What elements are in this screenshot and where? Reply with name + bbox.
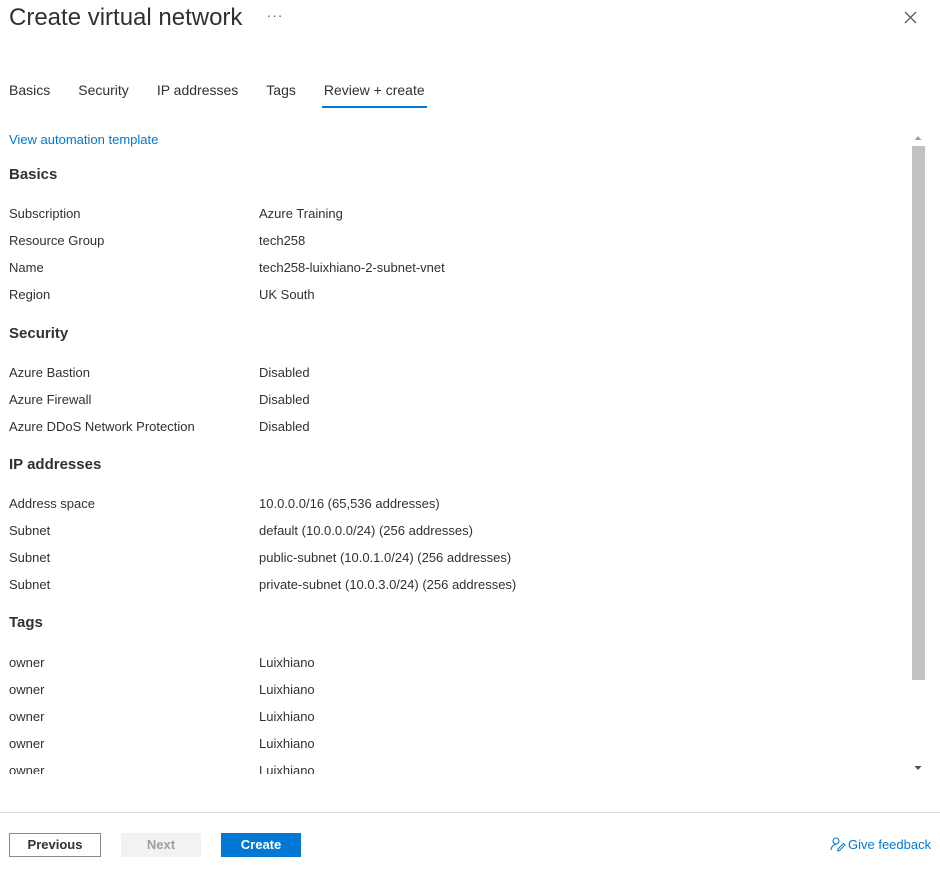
give-feedback-link[interactable]: Give feedback (830, 836, 931, 852)
title-bar: Create virtual network ··· (9, 2, 283, 34)
feedback-person-icon (830, 837, 846, 852)
tab-basics[interactable]: Basics (9, 78, 50, 108)
scroll-down-button[interactable] (913, 760, 923, 770)
row-label-ddos-protection: Azure DDoS Network Protection (9, 419, 195, 434)
row-label-azure-bastion: Azure Bastion (9, 365, 90, 380)
chevron-down-icon (914, 766, 922, 770)
chevron-up-icon (914, 136, 922, 140)
row-value-subnet-default: default (10.0.0.0/24) (256 addresses) (259, 523, 473, 538)
row-label-subnet: Subnet (9, 550, 51, 565)
row-label-resource-group: Resource Group (9, 233, 105, 248)
tab-tags[interactable]: Tags (266, 78, 296, 108)
row-label-name: Name (9, 260, 44, 275)
row-value-subscription: Azure Training (259, 206, 343, 221)
row-value-azure-firewall: Disabled (259, 392, 310, 407)
page-title: Create virtual network (9, 4, 243, 31)
row-label-azure-firewall: Azure Firewall (9, 392, 92, 407)
section-heading-ip-addresses: IP addresses (9, 456, 102, 473)
previous-button[interactable]: Previous (9, 833, 101, 857)
row-value-resource-group: tech258 (259, 233, 306, 248)
row-label-tag-owner: owner (9, 709, 45, 724)
row-value-subnet-private: private-subnet (10.0.3.0/24) (256 addres… (259, 577, 517, 592)
row-value-azure-bastion: Disabled (259, 365, 310, 380)
row-value-address-space: 10.0.0.0/16 (65,536 addresses) (259, 496, 440, 511)
row-label-tag-owner: owner (9, 763, 45, 774)
row-value-region: UK South (259, 287, 315, 302)
footer-divider (0, 812, 940, 813)
row-label-region: Region (9, 287, 51, 302)
row-label-tag-owner: owner (9, 682, 45, 697)
row-value-tag-owner: Luixhiano (259, 736, 315, 751)
tab-ip-addresses[interactable]: IP addresses (157, 78, 238, 108)
section-heading-security: Security (9, 325, 69, 342)
row-label-subscription: Subscription (9, 206, 81, 221)
row-value-tag-owner: Luixhiano (259, 682, 315, 697)
more-options-button[interactable]: ··· (266, 7, 283, 23)
view-automation-template-link[interactable]: View automation template (9, 132, 158, 147)
review-content: View automation template Basics Subscrip… (0, 126, 910, 774)
scrollbar-thumb[interactable] (912, 146, 925, 680)
section-heading-tags: Tags (9, 614, 43, 631)
give-feedback-label: Give feedback (848, 836, 932, 852)
tab-review-create[interactable]: Review + create (321, 78, 427, 108)
close-button[interactable] (902, 9, 919, 26)
row-value-tag-owner: Luixhiano (259, 709, 315, 724)
vertical-scrollbar[interactable] (910, 128, 927, 772)
tab-security[interactable]: Security (78, 78, 129, 108)
row-value-tag-owner: Luixhiano (259, 655, 315, 670)
next-button[interactable]: Next (121, 833, 201, 857)
row-value-name: tech258-luixhiano-2-subnet-vnet (259, 260, 445, 275)
row-label-subnet: Subnet (9, 577, 51, 592)
row-label-tag-owner: owner (9, 736, 45, 751)
section-heading-basics: Basics (9, 166, 58, 183)
tab-bar: Basics Security IP addresses Tags Review… (9, 78, 453, 110)
row-value-subnet-public: public-subnet (10.0.1.0/24) (256 address… (259, 550, 512, 565)
row-value-tag-owner: Luixhiano (259, 763, 315, 774)
scroll-up-button[interactable] (913, 130, 923, 140)
row-value-ddos-protection: Disabled (259, 419, 310, 434)
row-label-subnet: Subnet (9, 523, 51, 538)
row-label-address-space: Address space (9, 496, 95, 511)
create-button[interactable]: Create (221, 833, 301, 857)
row-label-tag-owner: owner (9, 655, 45, 670)
close-icon (904, 11, 917, 24)
